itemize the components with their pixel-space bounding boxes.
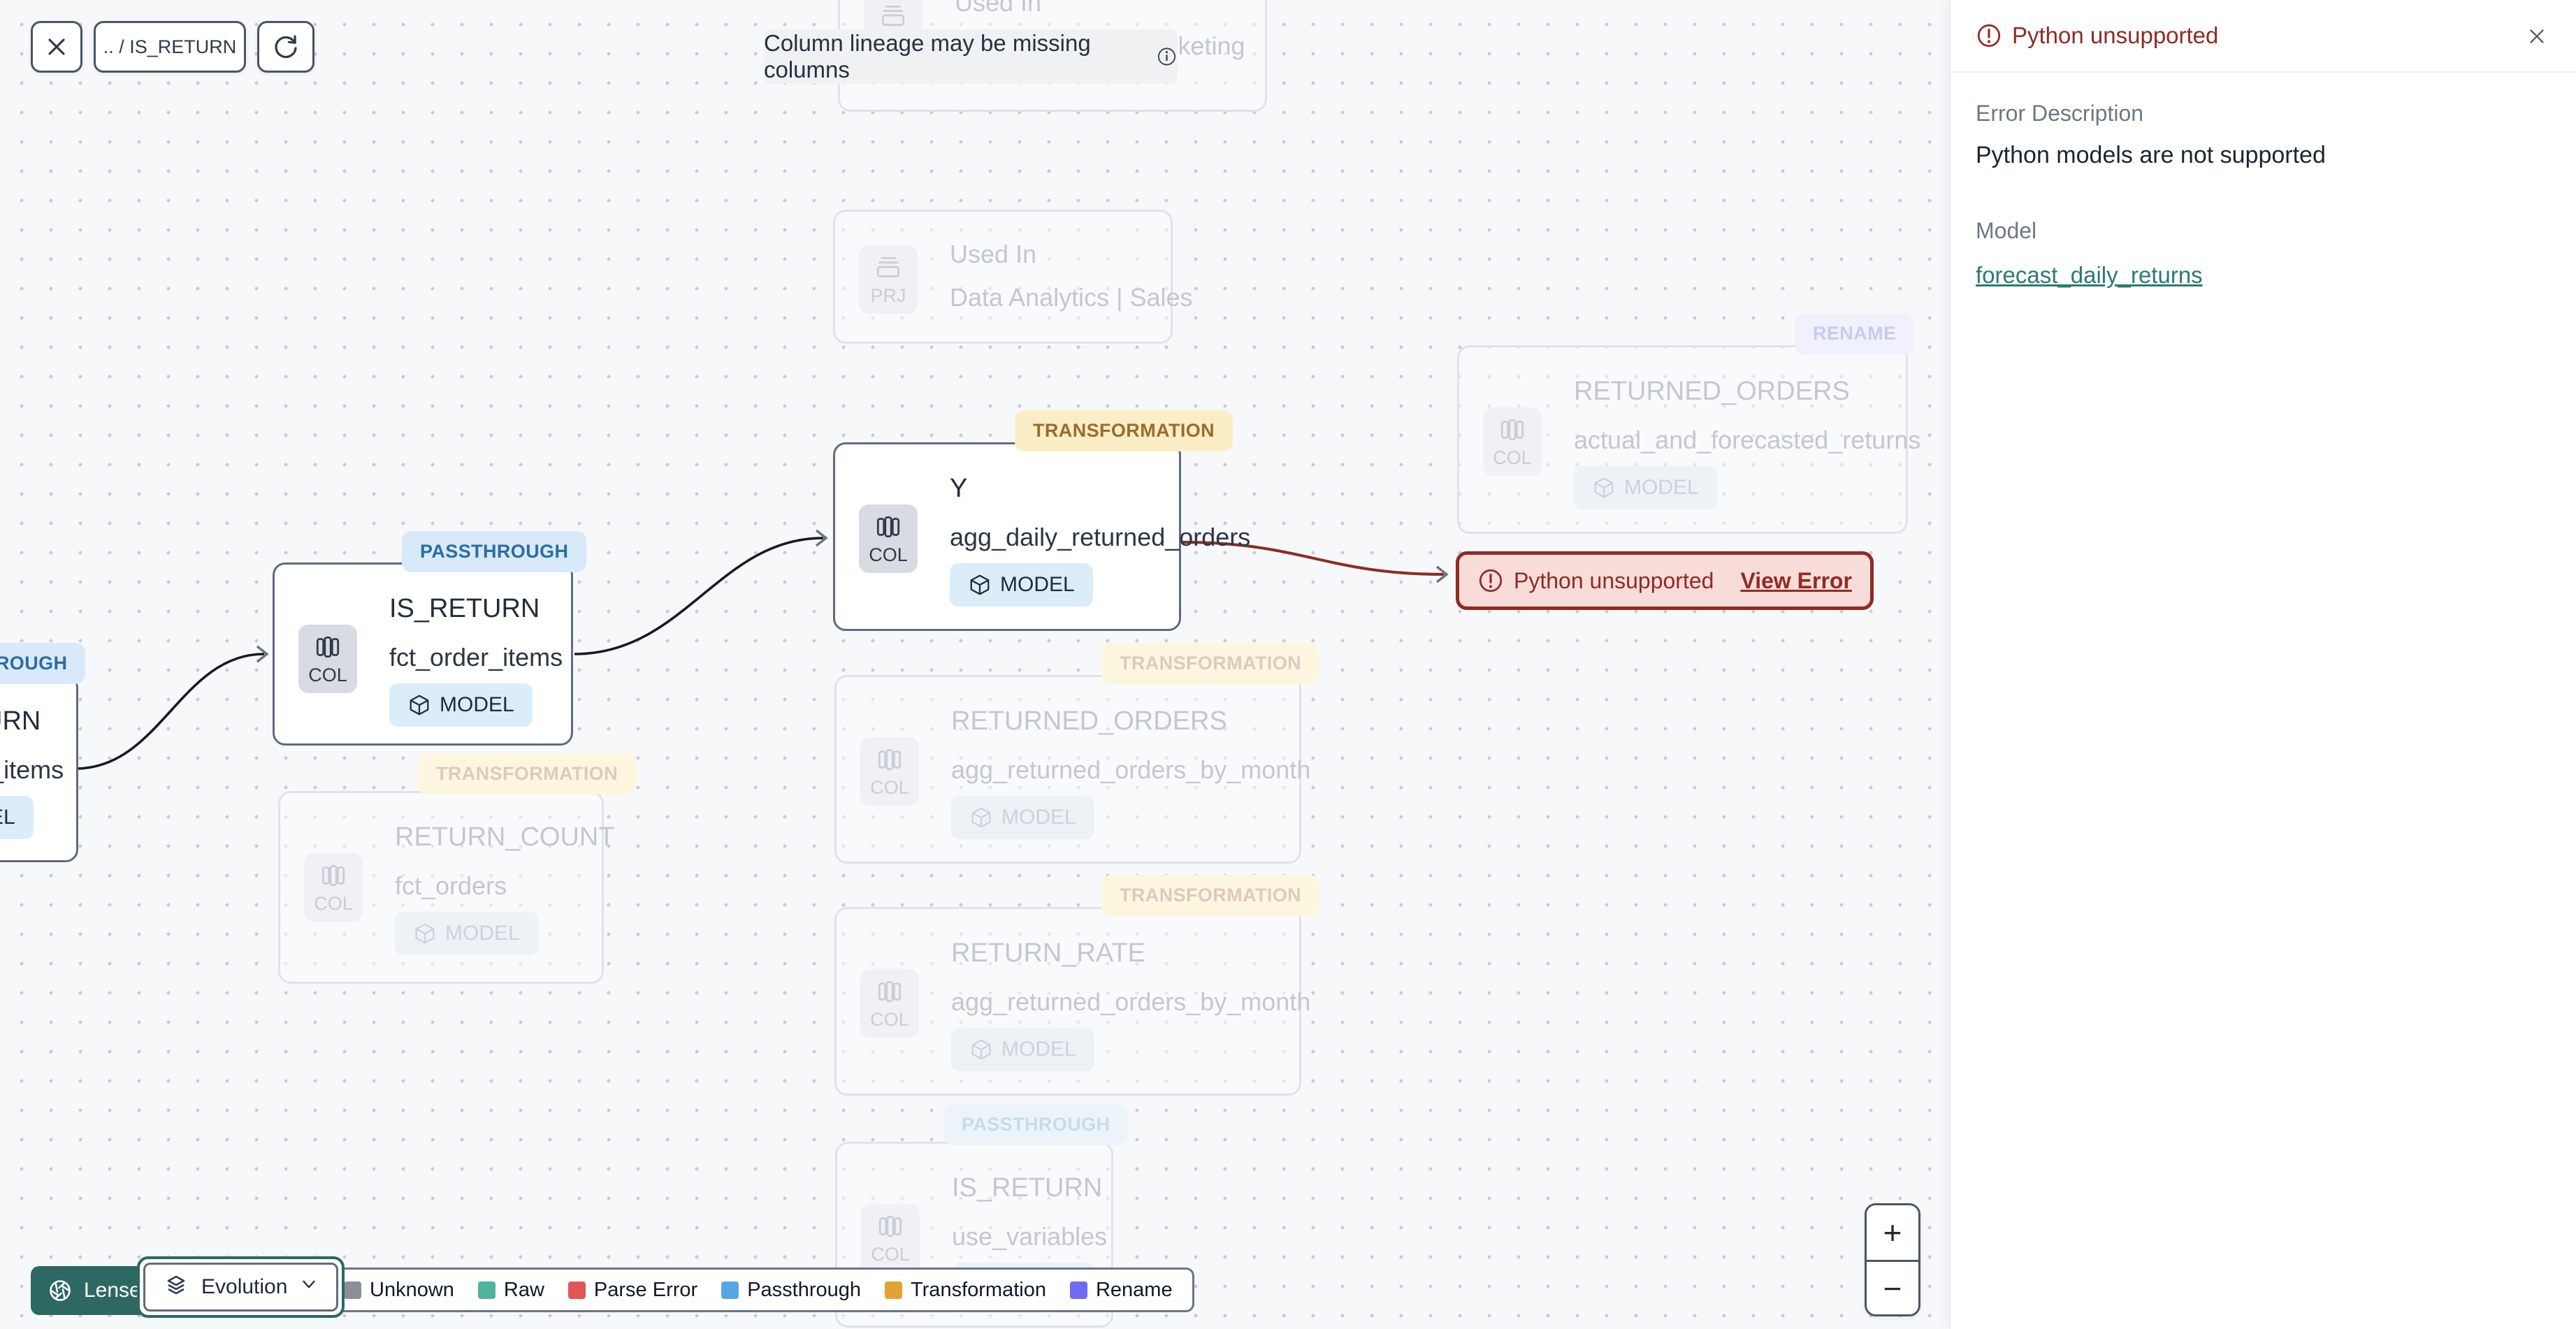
column-icon: COL: [304, 853, 363, 922]
lens-dropdown[interactable]: Evolution: [137, 1256, 345, 1318]
badge-rename: RENAME: [1795, 313, 1915, 354]
node-used-in-sales[interactable]: PRJ Used In Data Analytics | Sales: [833, 210, 1193, 344]
model-chip: MODEL: [395, 912, 538, 955]
chevron-down-icon: [298, 1274, 319, 1300]
legend-item-parse-error: Parse Error: [567, 1279, 697, 1302]
badge-transformation: TRANSFORMATION: [1101, 643, 1320, 684]
legend-item-passthrough: Passthrough: [721, 1279, 861, 1302]
legend-item-raw: Raw: [477, 1279, 544, 1302]
node-title: RETURN_RATE: [951, 938, 1145, 968]
model-chip: MODEL: [389, 683, 533, 727]
legend-item-transformation: Transformation: [885, 1279, 1046, 1302]
column-icon: COL: [1483, 407, 1542, 476]
legend-swatch: [344, 1281, 361, 1299]
close-lineage-button[interactable]: [31, 21, 82, 73]
legend-swatch: [1069, 1281, 1087, 1299]
legend-item-rename: Rename: [1069, 1279, 1173, 1302]
alert-icon: [1977, 24, 2001, 48]
column-icon: COL: [859, 504, 918, 573]
model-chip: MODEL: [950, 563, 1093, 607]
view-error-link[interactable]: View Error: [1740, 568, 1851, 594]
lens-selected-value: Evolution: [201, 1275, 288, 1298]
lineage-warning-banner: Column lineage may be missing columns: [764, 29, 1178, 84]
model-link[interactable]: forecast_daily_returns: [1976, 262, 2203, 289]
column-icon: COL: [860, 737, 919, 806]
node-subtitle: use_variables: [952, 1222, 1108, 1251]
close-icon: [48, 38, 65, 55]
node-subtitle: agg_returned_orders_by_month: [951, 755, 1311, 784]
node-subtitle: agg_daily_returned_orders: [950, 523, 1251, 551]
badge-passthrough: PASSTHROUGH: [402, 531, 587, 572]
node-title: Used In: [950, 240, 1037, 268]
node-title: IS_RETURN: [952, 1173, 1103, 1203]
error-panel-title: Python unsupported: [2012, 22, 2219, 48]
model-chip: MODEL: [951, 1028, 1094, 1071]
node-subtitle: agg_returned_orders_by_month: [951, 987, 1311, 1016]
panel-close-button[interactable]: [2519, 18, 2555, 55]
node-is-return-fct-order-items[interactable]: COL IS_RETURN fct_order_items MODEL: [273, 562, 573, 746]
badge-transformation: TRANSFORMATION: [1015, 410, 1233, 451]
lineage-type-legend: Unknown Raw Parse Error Passthrough Tran…: [322, 1268, 1194, 1312]
node-returned-orders-by-month[interactable]: COL RETURNED_ORDERS agg_returned_orders_…: [834, 675, 1310, 864]
lineage-canvas[interactable]: TRANSFORMATION RENAME PASSTHROUGH TRANSF…: [0, 0, 1950, 1329]
legend-swatch: [567, 1281, 586, 1299]
error-description-label: Error Description: [1976, 101, 2144, 126]
badge-passthrough: PASSTHROUGH: [0, 643, 86, 684]
model-chip: MODEL: [951, 796, 1094, 839]
refresh-icon: [275, 35, 297, 59]
node-agg-daily-returned-orders[interactable]: COL Y agg_daily_returned_orders MODEL: [833, 442, 1250, 631]
node-return-rate[interactable]: COL RETURN_RATE agg_returned_orders_by_m…: [834, 907, 1310, 1096]
model-label: Model: [1976, 218, 2037, 243]
legend-swatch: [721, 1281, 739, 1299]
node-subtitle: fct_order_items: [0, 755, 64, 784]
legend-item-unknown: Unknown: [344, 1279, 454, 1302]
legend-swatch: [477, 1281, 495, 1299]
node-title: RETURNED_ORDERS: [951, 706, 1227, 736]
error-description-text: Python models are not supported: [1976, 142, 2326, 168]
column-icon: COL: [860, 969, 919, 1038]
badge-passthrough: PASSTHROUGH: [943, 1104, 1129, 1145]
error-panel-body: Error Description Python models are not …: [1951, 73, 2576, 317]
node-subtitle: actual_and_forecasted_returns: [1574, 426, 1921, 454]
error-details-panel: Python unsupported Error Description Pyt…: [1950, 0, 2576, 1329]
node-title: IS_RETURN: [0, 706, 41, 736]
layers-icon: [167, 1275, 185, 1295]
breadcrumb[interactable]: .. / IS_RETURN: [94, 21, 246, 73]
model-chip: MODEL: [1574, 466, 1717, 509]
error-callout[interactable]: Python unsupported View Error: [1456, 551, 1874, 610]
aperture-icon: [50, 1280, 71, 1301]
badge-transformation: TRANSFORMATION: [418, 753, 637, 794]
zoom-controls: + −: [1865, 1203, 1920, 1316]
node-title: RETURNED_ORDERS: [1574, 377, 1850, 406]
close-icon: [2530, 29, 2544, 43]
node-title: Used In: [955, 0, 1042, 17]
badge-transformation: TRANSFORMATION: [1101, 875, 1320, 916]
node-return-count[interactable]: COL RETURN_COUNT fct_orders MODEL: [278, 791, 615, 984]
column-icon: COL: [861, 1204, 920, 1272]
node-is-return-offscreen[interactable]: IS_RETURN fct_order_items MODEL: [0, 675, 78, 862]
node-title: Y: [950, 474, 968, 503]
error-callout-label: Python unsupported: [1514, 567, 1714, 593]
error-panel-header: Python unsupported: [1951, 0, 2576, 73]
column-icon: COL: [298, 625, 357, 693]
legend-swatch: [885, 1281, 903, 1299]
refresh-button[interactable]: [257, 21, 314, 73]
node-subtitle: Data Analytics | Sales: [950, 283, 1193, 312]
node-actual-and-forecasted-returns[interactable]: COL RETURNED_ORDERS actual_and_forecaste…: [1457, 345, 1920, 534]
zoom-out-button[interactable]: −: [1867, 1260, 1918, 1314]
node-subtitle: fct_order_items: [389, 643, 563, 671]
alert-icon: [1479, 569, 1503, 593]
zoom-in-button[interactable]: +: [1867, 1205, 1918, 1260]
model-chip: MODEL: [0, 796, 34, 839]
node-title: IS_RETURN: [389, 594, 540, 623]
info-icon[interactable]: [1156, 45, 1178, 68]
node-title: RETURN_COUNT: [395, 822, 615, 852]
project-icon: PRJ: [859, 245, 918, 314]
node-subtitle: fct_orders: [395, 871, 507, 900]
